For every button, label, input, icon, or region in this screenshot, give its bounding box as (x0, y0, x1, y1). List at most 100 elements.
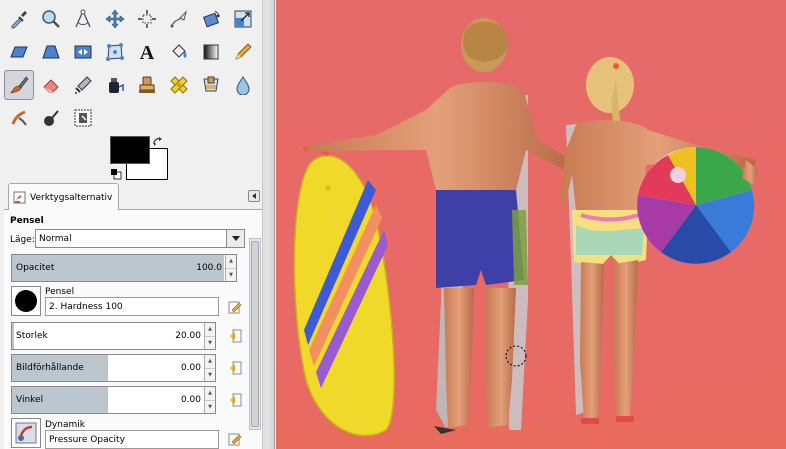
tool-perspective[interactable] (36, 37, 66, 67)
paintbrush-icon (10, 76, 29, 94)
reset-aspect-icon[interactable] (228, 361, 242, 375)
foreground-select-icon (74, 109, 92, 127)
tab-label: Verktygsalternativ (30, 192, 113, 203)
tool-move[interactable] (100, 4, 130, 34)
size-spinner[interactable]: ▲ ▼ (204, 323, 215, 349)
size-slider[interactable]: Storlek 20.00 ▲ ▼ (11, 322, 216, 350)
ink-icon (109, 78, 124, 93)
tool-name-heading: Pensel (10, 216, 44, 226)
align-icon (138, 10, 156, 28)
tool-bucket-fill[interactable] (164, 37, 194, 67)
aspect-spinner[interactable]: ▲ ▼ (204, 355, 215, 381)
mode-select[interactable]: Normal (35, 229, 245, 248)
edit-dynamics-icon[interactable] (228, 432, 242, 446)
tool-dodge-burn[interactable] (36, 103, 66, 133)
opacity-slider[interactable]: Opacitet 100.0 ▲ ▼ (11, 254, 237, 282)
tool-paintbrush[interactable] (4, 70, 34, 100)
mode-value: Normal (39, 233, 72, 244)
tool-perspective-clone[interactable] (196, 70, 226, 100)
tool-eraser[interactable] (36, 70, 66, 100)
brush-name-field[interactable]: 2. Hardness 100 (45, 297, 219, 316)
tool-rotate[interactable] (196, 4, 226, 34)
cage-icon (106, 43, 124, 61)
svg-text:A: A (140, 42, 155, 62)
tool-airbrush[interactable] (68, 70, 98, 100)
options-scrollbar[interactable] (249, 238, 261, 430)
brush-name-value: 2. Hardness 100 (49, 301, 123, 312)
tool-foreground-select[interactable] (68, 103, 98, 133)
tool-heal[interactable] (164, 70, 194, 100)
tool-blur[interactable] (228, 70, 258, 100)
tool-options-icon (13, 191, 26, 204)
tool-clone[interactable] (132, 70, 162, 100)
dynamics-preview[interactable] (11, 418, 41, 448)
tab-tool-options[interactable]: Verktygsalternativ (8, 183, 120, 211)
perspective-clone-icon (203, 76, 219, 92)
default-colors-icon[interactable] (110, 168, 122, 180)
reset-size-icon[interactable] (228, 329, 242, 343)
tool-options-panel: Pensel Läge: Normal Opacitet 100.0 ▲ ▼ Pe… (4, 210, 262, 449)
angle-spinner[interactable]: ▲ ▼ (204, 387, 215, 413)
chevron-down-icon (231, 235, 240, 241)
tool-align[interactable] (132, 4, 162, 34)
opacity-value: 100.0 (196, 263, 222, 273)
edit-brush-icon[interactable] (228, 300, 242, 314)
angle-slider[interactable]: Vinkel 0.00 ▲ ▼ (11, 386, 216, 414)
image-canvas[interactable] (276, 0, 786, 449)
blur-icon (236, 76, 250, 95)
panel-divider[interactable] (270, 0, 275, 449)
tool-pencil[interactable] (228, 37, 258, 67)
mode-dropdown-button[interactable] (226, 230, 244, 247)
toolbox-scrollbar[interactable] (262, 0, 270, 449)
move-icon (105, 9, 125, 29)
tool-eyedropper[interactable] (4, 4, 34, 34)
color-area (108, 134, 168, 182)
angle-label: Vinkel (16, 395, 44, 405)
tool-zoom[interactable] (36, 4, 66, 34)
flip-icon (74, 45, 92, 59)
tool-shear[interactable] (4, 37, 34, 67)
tool-scale[interactable] (228, 4, 258, 34)
dynamics-icon (15, 422, 37, 444)
triangle-left-icon (252, 193, 256, 199)
brush-preview[interactable] (11, 286, 41, 316)
tool-smudge[interactable] (4, 103, 34, 133)
reset-angle-icon[interactable] (228, 393, 242, 407)
perspective-icon (42, 45, 60, 59)
aspect-label: Bildförhållande (16, 363, 84, 373)
toolbox-panel: A Verktygsalternativ Pensel Läge: Normal… (0, 0, 270, 449)
opacity-spinner[interactable]: ▲ ▼ (225, 255, 236, 281)
tool-cage[interactable] (100, 37, 130, 67)
bucket-fill-icon (172, 44, 187, 58)
tool-gradient[interactable] (196, 37, 226, 67)
zoom-icon (42, 10, 60, 28)
measure-icon (75, 9, 91, 28)
dynamics-name-value: Pressure Opacity (49, 434, 125, 445)
tool-flip[interactable] (68, 37, 98, 67)
eyedropper-icon (11, 11, 27, 29)
clone-icon (139, 76, 155, 93)
tool-measure[interactable] (68, 4, 98, 34)
dynamics-name-field[interactable]: Pressure Opacity (45, 430, 219, 449)
size-fill (12, 323, 14, 349)
size-label: Storlek (16, 331, 48, 341)
options-scrollbar-thumb[interactable] (251, 241, 259, 427)
foreground-color-swatch[interactable] (110, 136, 150, 164)
tool-text[interactable]: A (132, 37, 162, 67)
tab-menu-button[interactable] (248, 190, 260, 202)
rotate-icon (203, 10, 220, 28)
dodge-burn-icon (44, 110, 59, 126)
heal-icon (170, 76, 188, 94)
swap-colors-icon[interactable] (152, 136, 164, 148)
tool-path[interactable] (164, 4, 194, 34)
tool-ink[interactable] (100, 70, 130, 100)
eraser-icon (43, 79, 59, 93)
scale-icon (234, 10, 252, 28)
canvas-image (276, 0, 786, 449)
aspect-ratio-slider[interactable]: Bildförhållande 0.00 ▲ ▼ (11, 354, 216, 382)
path-icon (170, 10, 187, 28)
opacity-label: Opacitet (16, 263, 55, 273)
pencil-icon (235, 43, 252, 60)
airbrush-icon (75, 76, 92, 94)
dynamics-label: Dynamik (45, 420, 85, 430)
